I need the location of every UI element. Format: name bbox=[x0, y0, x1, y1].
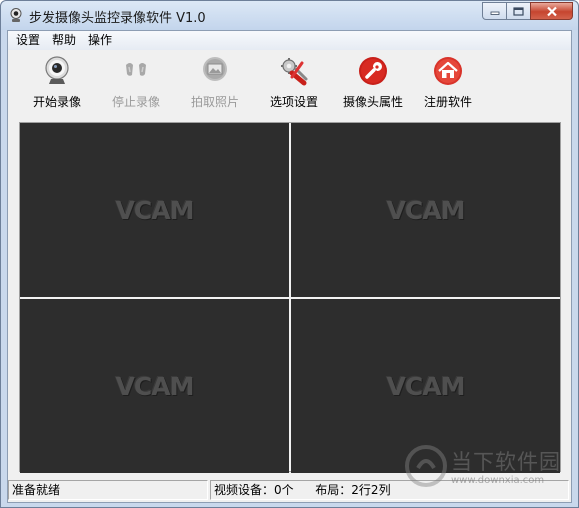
start-record-label: 开始录像 bbox=[32, 95, 81, 109]
video-tile[interactable]: VCAM bbox=[291, 299, 560, 473]
status-bar: 准备就绪 视频设备：0个 布局：2行2列 bbox=[8, 478, 571, 502]
close-icon bbox=[546, 6, 557, 16]
menu-settings[interactable]: 设置 bbox=[8, 31, 46, 50]
register-label: 注册软件 bbox=[423, 95, 472, 109]
stop-record-label: 停止录像 bbox=[111, 95, 160, 109]
title-bar[interactable]: 步发摄像头监控录像软件 V1.0 bbox=[1, 1, 578, 30]
stop-record-button[interactable]: 停止录像 bbox=[96, 53, 176, 111]
take-photo-label: 拍取照片 bbox=[190, 95, 239, 109]
camera-properties-button[interactable]: 摄像头属性 bbox=[333, 53, 413, 111]
vcam-logo: VCAM bbox=[115, 371, 195, 401]
maximize-icon bbox=[513, 6, 524, 16]
stop-record-icon bbox=[126, 63, 146, 76]
photo-icon bbox=[203, 57, 227, 81]
close-button[interactable] bbox=[530, 2, 573, 20]
home-icon bbox=[434, 57, 462, 85]
client-area: 设置 帮助 操作 开始录像 停止录像 拍取照片 选项设置 摄像头属性 注册软件 … bbox=[7, 30, 572, 503]
start-record-button[interactable]: 开始录像 bbox=[17, 53, 97, 111]
maximize-button[interactable] bbox=[506, 2, 531, 20]
vcam-logo: VCAM bbox=[386, 195, 466, 225]
app-window: 步发摄像头监控录像软件 V1.0 设置 帮助 操作 开始录像 停止录像 拍取照片… bbox=[0, 0, 579, 508]
video-tile[interactable]: VCAM bbox=[20, 299, 289, 473]
camera-properties-label: 摄像头属性 bbox=[342, 95, 403, 109]
take-photo-button[interactable]: 拍取照片 bbox=[175, 53, 255, 111]
status-devices: 视频设备：0个 bbox=[214, 483, 294, 497]
window-title: 步发摄像头监控录像软件 V1.0 bbox=[29, 11, 206, 26]
status-ready: 准备就绪 bbox=[8, 480, 208, 500]
vcam-logo: VCAM bbox=[115, 195, 195, 225]
toolbar: 开始录像 停止录像 拍取照片 选项设置 摄像头属性 注册软件 bbox=[8, 51, 571, 113]
settings-tools-icon bbox=[281, 58, 308, 86]
status-info: 视频设备：0个 布局：2行2列 bbox=[210, 480, 569, 500]
menu-bar: 设置 帮助 操作 bbox=[8, 31, 571, 50]
vcam-logo: VCAM bbox=[386, 371, 466, 401]
video-tile[interactable]: VCAM bbox=[291, 123, 560, 297]
video-tile[interactable]: VCAM bbox=[20, 123, 289, 297]
caption-buttons bbox=[482, 2, 573, 20]
webcam-app-icon bbox=[10, 8, 22, 22]
menu-help[interactable]: 帮助 bbox=[46, 31, 82, 50]
register-button[interactable]: 注册软件 bbox=[408, 53, 488, 111]
minimize-button[interactable] bbox=[482, 2, 507, 20]
minimize-icon bbox=[490, 11, 499, 15]
menu-operate[interactable]: 操作 bbox=[82, 31, 118, 50]
options-label: 选项设置 bbox=[269, 95, 318, 109]
video-grid: VCAM VCAM VCAM VCAM bbox=[19, 122, 561, 473]
wrench-icon bbox=[359, 57, 387, 85]
status-layout: 布局：2行2列 bbox=[315, 483, 391, 497]
webcam-icon bbox=[45, 56, 69, 84]
options-button[interactable]: 选项设置 bbox=[254, 53, 334, 111]
